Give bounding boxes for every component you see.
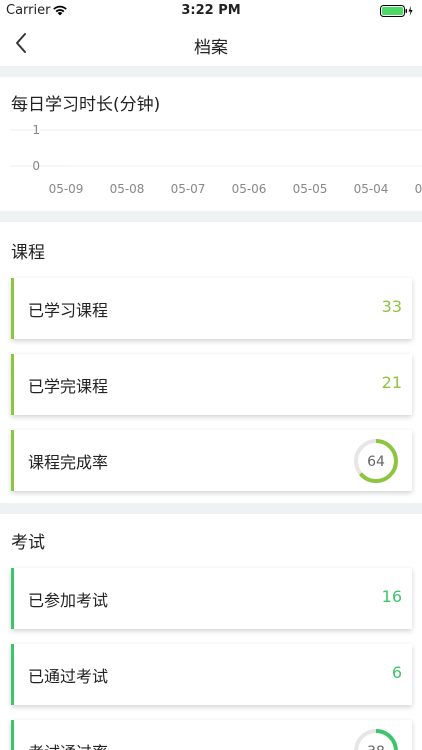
- x-tick-label: 05-07: [171, 182, 206, 196]
- course-completion-rate-card[interactable]: 课程完成率 64: [11, 430, 412, 491]
- ring-value: 64: [367, 454, 385, 470]
- x-tick-label: 05-09: [49, 182, 84, 196]
- completed-courses-card[interactable]: 已学完课程 21: [11, 354, 412, 415]
- x-tick-label: 05-05: [293, 182, 328, 196]
- status-bar: Carrier 3:22 PM: [0, 0, 422, 22]
- passed-exams-count: 6: [391, 663, 402, 682]
- exam-pass-rate-label: 考试通过率: [28, 739, 108, 750]
- x-tick-label: 05-08: [110, 182, 145, 196]
- learned-courses-count: 33: [381, 297, 402, 316]
- course-completion-ring: 64: [354, 439, 398, 483]
- x-tick-label: 05-04: [354, 182, 389, 196]
- section-divider: [0, 211, 422, 222]
- status-time: 3:22 PM: [181, 3, 241, 18]
- section-divider: [0, 503, 422, 514]
- navigation-bar: 档案: [0, 22, 422, 66]
- completed-courses-count: 21: [381, 373, 402, 392]
- exams-section-title: 考试: [11, 533, 45, 553]
- courses-section-title: 课程: [11, 243, 45, 263]
- section-divider: [0, 66, 422, 77]
- course-completion-rate-label: 课程完成率: [28, 453, 109, 472]
- y-tick-label: 0: [32, 159, 40, 173]
- joined-exams-label: 已参加考试: [28, 591, 109, 610]
- joined-exams-card[interactable]: 已参加考试 16: [11, 568, 412, 629]
- chart-title: 每日学习时长(分钟): [11, 95, 161, 115]
- x-tick-label: 05-03: [415, 182, 422, 196]
- joined-exams-count: 16: [381, 587, 402, 606]
- daily-study-chart: 1 0 05-09 05-08 05-07 05-06 05-05 05-04 05-03: [10, 123, 422, 196]
- y-tick-label: 1: [32, 123, 40, 137]
- x-tick-label: 05-06: [232, 182, 267, 196]
- completed-courses-label: 已学完课程: [28, 377, 109, 396]
- passed-exams-card[interactable]: 已通过考试 6: [11, 644, 412, 705]
- passed-exams-label: 已通过考试: [28, 667, 109, 686]
- ring-value: 38: [367, 744, 385, 750]
- exam-pass-ring: 38: [354, 729, 398, 750]
- learned-courses-label: 已学习课程: [28, 301, 109, 320]
- exam-pass-rate-card[interactable]: 考试通过率 38: [11, 720, 412, 750]
- battery-icon: [380, 5, 413, 17]
- learned-courses-card[interactable]: 已学习课程 33: [11, 278, 412, 339]
- page-title: 档案: [194, 38, 228, 58]
